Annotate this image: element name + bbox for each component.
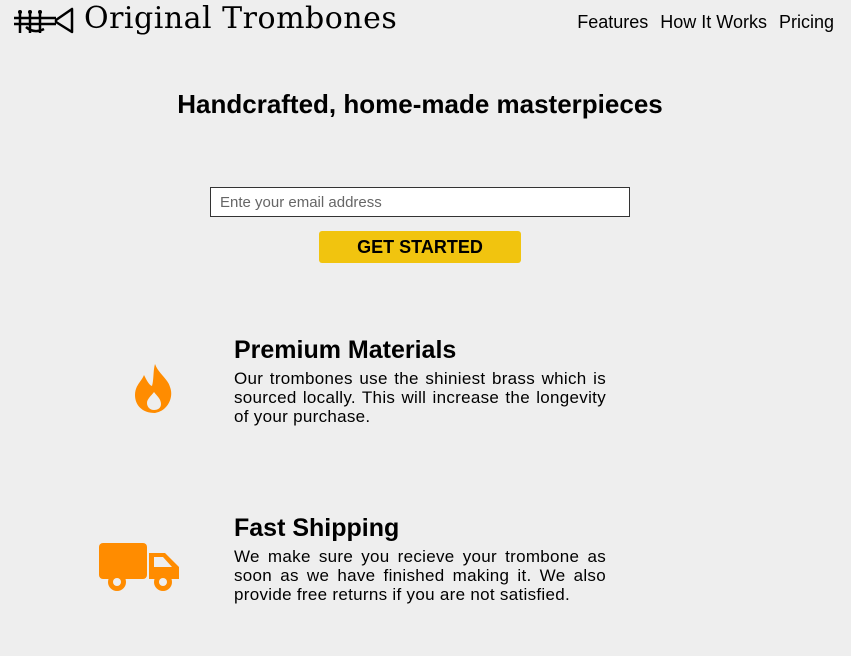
main-nav: Features How It Works Pricing xyxy=(577,12,834,33)
email-input[interactable] xyxy=(210,187,630,217)
trombone-icon xyxy=(14,7,74,34)
feature-title: Premium Materials xyxy=(234,336,457,364)
brand-name[interactable]: Original Trombones xyxy=(84,1,397,36)
site-header: Original Trombones Features How It Works… xyxy=(0,0,851,44)
feature-description: Our trombones use the shiniest brass whi… xyxy=(234,369,606,426)
feature-description: We make sure you recieve your trombone a… xyxy=(234,547,606,604)
nav-link-pricing[interactable]: Pricing xyxy=(779,12,834,33)
hero-title: Handcrafted, home-made masterpieces xyxy=(177,89,663,119)
feature-title: Fast Shipping xyxy=(234,514,400,542)
get-started-button[interactable]: GET STARTED xyxy=(319,231,521,263)
landing-page: Original Trombones Features How It Works… xyxy=(0,0,851,656)
truck-icon xyxy=(99,543,179,591)
nav-link-features[interactable]: Features xyxy=(577,12,648,33)
nav-link-how-it-works[interactable]: How It Works xyxy=(660,12,767,33)
fire-icon xyxy=(135,364,172,413)
